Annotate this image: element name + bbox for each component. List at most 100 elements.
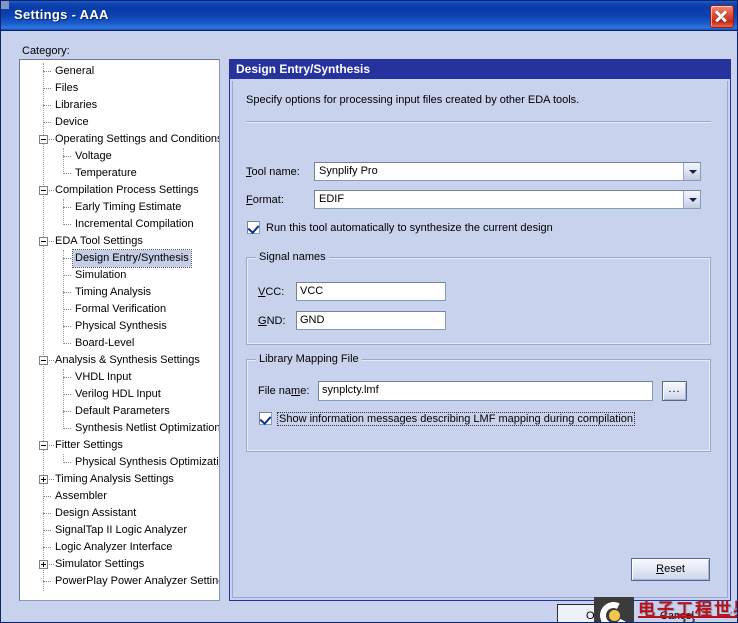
category-label: Category:: [22, 45, 70, 57]
tree-item[interactable]: Compilation Process Settings: [20, 182, 219, 199]
collapse-icon[interactable]: [39, 441, 48, 450]
tree-item[interactable]: SignalTap II Logic Analyzer: [20, 522, 219, 539]
dialog-client-area: Category: General Files Libraries Device Ope…: [1, 31, 737, 622]
tree-item-label: Compilation Process Settings: [55, 184, 199, 196]
tree-item[interactable]: Incremental Compilation: [20, 216, 219, 233]
resize-grip[interactable]: [723, 607, 737, 621]
collapse-icon[interactable]: [39, 186, 48, 195]
collapse-icon[interactable]: [39, 135, 48, 144]
tree-item-label: Simulator Settings: [55, 558, 145, 570]
expand-icon[interactable]: [39, 560, 48, 569]
format-label: Format:: [246, 194, 284, 206]
tree-subtrunk-line: [63, 199, 65, 225]
gnd-label: GND:: [258, 315, 286, 327]
reset-button[interactable]: Reset: [631, 558, 710, 581]
tree-item[interactable]: Design Assistant: [20, 505, 219, 522]
tree-item[interactable]: Board-Level: [20, 335, 219, 352]
tree-connector: [43, 547, 51, 549]
expand-icon[interactable]: [39, 475, 48, 484]
library-mapping-file-group: Library Mapping File: [246, 353, 711, 452]
tree-item-list: General Files Libraries Device Operating Set…: [20, 60, 219, 590]
tree-item[interactable]: Operating Settings and Conditions: [20, 131, 219, 148]
tool-name-combo[interactable]: Synplify Pro: [314, 162, 701, 181]
tree-item[interactable]: Timing Analysis: [20, 284, 219, 301]
run-tool-automatically-label[interactable]: Run this tool automatically to synthesiz…: [266, 222, 553, 234]
tree-item-label: SignalTap II Logic Analyzer: [55, 524, 188, 536]
vcc-input[interactable]: VCC: [296, 282, 446, 301]
tree-item-label: Libraries: [55, 99, 98, 111]
checkmark-icon-lmf: [259, 412, 272, 426]
tree-item-label: Design Assistant: [55, 507, 137, 519]
gnd-input[interactable]: GND: [296, 311, 446, 330]
tree-connector: [43, 105, 51, 107]
file-name-input[interactable]: synplcty.lmf: [318, 381, 653, 401]
tree-subtrunk-line: [63, 369, 65, 429]
tree-item[interactable]: Files: [20, 80, 219, 97]
tree-item[interactable]: Device: [20, 114, 219, 131]
tree-item[interactable]: Physical Synthesis: [20, 318, 219, 335]
tree-item-label: Physical Synthesis: [75, 320, 167, 332]
tree-connector: [43, 496, 51, 498]
collapse-icon[interactable]: [39, 356, 48, 365]
panel-divider: [246, 121, 711, 123]
tree-connector: [43, 122, 51, 124]
signal-names-group-title: Signal names: [256, 251, 329, 263]
tree-item-label: Voltage: [75, 150, 112, 162]
tree-connector: [43, 71, 51, 73]
window-titlebar[interactable]: Settings - AAA: [1, 1, 737, 31]
tree-item[interactable]: Libraries: [20, 97, 219, 114]
tree-item[interactable]: Design Entry/Synthesis: [20, 249, 219, 268]
tree-subtrunk-line: [63, 454, 65, 463]
tree-item[interactable]: Timing Analysis Settings: [20, 471, 219, 488]
close-icon[interactable]: [710, 5, 734, 28]
tree-item-label: Formal Verification: [75, 303, 167, 315]
show-lmf-info-messages-label[interactable]: Show information messages describing LMF…: [276, 412, 636, 426]
tree-item[interactable]: Voltage: [20, 148, 219, 165]
tree-item[interactable]: Default Parameters: [20, 403, 219, 420]
tree-connector: [43, 513, 51, 515]
tree-subtrunk-line: [63, 250, 65, 344]
tree-item-label: Verilog HDL Input: [75, 388, 161, 400]
tree-item[interactable]: Early Timing Estimate: [20, 199, 219, 216]
tree-item[interactable]: EDA Tool Settings: [20, 233, 219, 250]
tree-item[interactable]: VHDL Input: [20, 369, 219, 386]
tree-item[interactable]: Temperature: [20, 165, 219, 182]
tree-item-label: PowerPlay Power Analyzer Settings: [55, 575, 220, 587]
tree-item[interactable]: Physical Synthesis Optimizations: [20, 454, 219, 471]
tree-item[interactable]: Verilog HDL Input: [20, 386, 219, 403]
tree-item-label: Incremental Compilation: [75, 218, 194, 230]
signal-names-group: Signal names: [246, 251, 711, 345]
tree-item[interactable]: General: [20, 63, 219, 80]
window-title: Settings - AAA: [14, 7, 109, 22]
panel-body: Specify options for processing input fil…: [232, 81, 728, 598]
tree-item-label: Synthesis Netlist Optimizations: [75, 422, 220, 434]
design-entry-synthesis-panel: Design Entry/Synthesis Specify options f…: [229, 59, 731, 601]
run-tool-automatically-checkbox[interactable]: [247, 221, 260, 235]
chevron-down-icon-tool-name[interactable]: [683, 163, 700, 180]
tree-item[interactable]: Logic Analyzer Interface: [20, 539, 219, 556]
ok-button[interactable]: OK: [557, 604, 631, 622]
format-combo[interactable]: EDIF: [314, 190, 701, 209]
tree-item[interactable]: PowerPlay Power Analyzer Settings: [20, 573, 219, 590]
cancel-button[interactable]: Cancel: [640, 604, 714, 622]
chevron-down-icon-format[interactable]: [683, 191, 700, 208]
tree-item-label: Simulation: [75, 269, 127, 281]
tree-item[interactable]: Synthesis Netlist Optimizations: [20, 420, 219, 437]
category-tree[interactable]: General Files Libraries Device Operating Set…: [19, 59, 220, 601]
tree-item[interactable]: Simulation: [20, 267, 219, 284]
tool-name-label: Tool name:: [246, 166, 300, 178]
tree-item-label: EDA Tool Settings: [55, 235, 143, 247]
tree-item-label: Early Timing Estimate: [75, 201, 182, 213]
collapse-icon[interactable]: [39, 237, 48, 246]
tree-item[interactable]: Simulator Settings: [20, 556, 219, 573]
tree-item-label: Assembler: [55, 490, 107, 502]
tree-item[interactable]: Fitter Settings: [20, 437, 219, 454]
tree-item[interactable]: Assembler: [20, 488, 219, 505]
tree-item[interactable]: Formal Verification: [20, 301, 219, 318]
browse-file-button[interactable]: ...: [662, 381, 687, 401]
tree-item-label: VHDL Input: [75, 371, 132, 383]
ok-button-label: OK: [586, 609, 602, 622]
show-lmf-info-messages-checkbox[interactable]: [259, 412, 272, 426]
tree-item[interactable]: Analysis & Synthesis Settings: [20, 352, 219, 369]
reset-button-label: Reset: [656, 563, 685, 575]
